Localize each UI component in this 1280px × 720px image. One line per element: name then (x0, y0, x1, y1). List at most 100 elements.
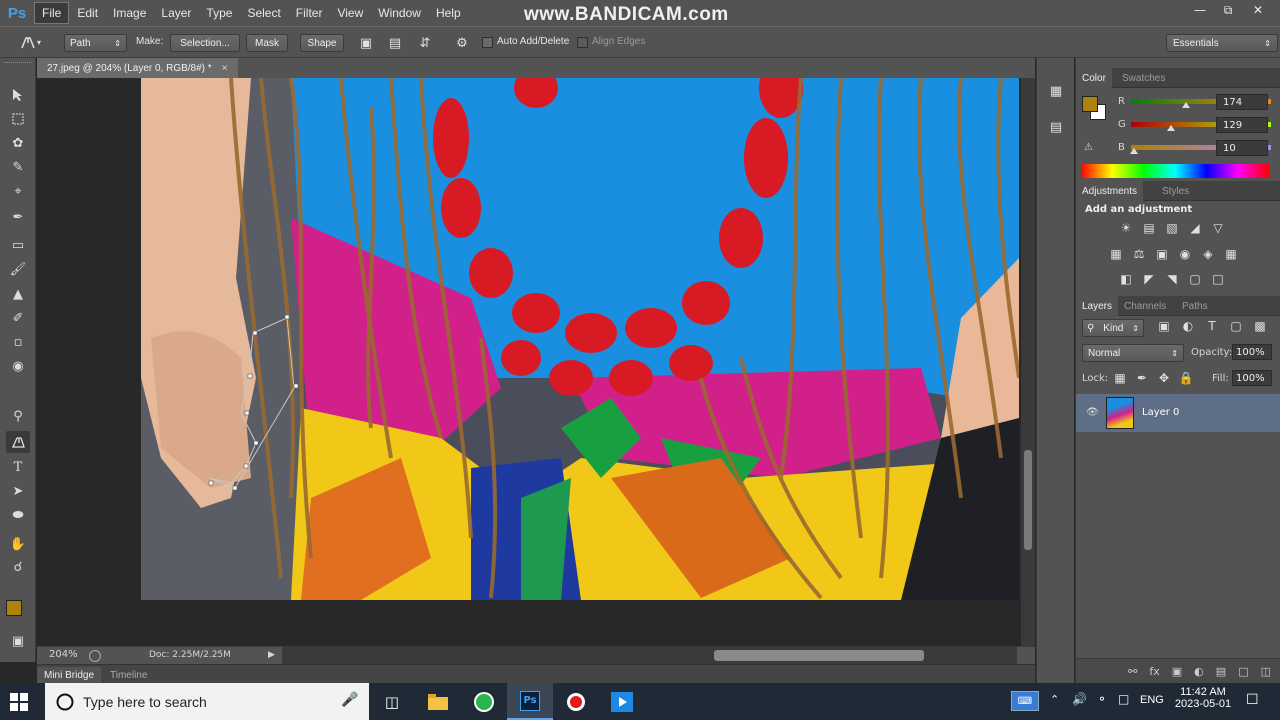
lock-all-icon[interactable]: 🔒 (1178, 371, 1194, 385)
vertical-scroll-thumb[interactable] (1024, 450, 1032, 550)
new-group-icon[interactable]: ▤ (1216, 665, 1226, 678)
shape-filter-icon[interactable]: ▢ (1228, 319, 1244, 333)
r-slider-thumb[interactable] (1181, 102, 1190, 108)
color-panel-foreground-front[interactable] (1082, 96, 1098, 112)
exposure-icon[interactable]: ◢ (1187, 221, 1203, 235)
photoshop-taskbar-button[interactable]: Ps (507, 683, 553, 720)
minimize-button[interactable]: — (1186, 0, 1214, 20)
tab-paths[interactable]: Paths (1176, 296, 1214, 316)
menu-type[interactable]: Type (199, 3, 239, 23)
opacity-input[interactable]: 100% (1232, 344, 1272, 360)
path-alignment-button[interactable]: ▤ (385, 33, 405, 53)
hand-tool[interactable]: ✋ (6, 533, 30, 555)
status-menu-arrow-icon[interactable]: ▶ (268, 650, 275, 660)
type-tool[interactable]: T (6, 456, 30, 478)
crop-tool[interactable]: ⌖ (6, 180, 30, 202)
bandicam-button[interactable] (553, 683, 599, 720)
path-operations-button[interactable]: ▣ (356, 33, 376, 53)
clone-stamp-tool[interactable]: ▲ (6, 283, 30, 305)
lock-position-icon[interactable]: ✥ (1156, 371, 1172, 385)
workspace-select[interactable]: Essentials ⇕ (1166, 34, 1278, 52)
tab-color[interactable]: Color (1076, 68, 1112, 88)
quick-selection-tool[interactable]: ✎ (6, 156, 30, 178)
levels-icon[interactable]: ▤ (1141, 221, 1157, 235)
taskbar-search[interactable]: Type here to search 🎤 (45, 683, 369, 720)
photo-filter-icon[interactable]: ◉ (1177, 247, 1193, 261)
trash-icon[interactable]: ◫ (1261, 665, 1271, 678)
zoom-level[interactable]: 204% (49, 649, 78, 660)
path-selection-tool[interactable]: ➤ (6, 480, 30, 502)
posterize-icon[interactable]: ◤ (1141, 272, 1157, 286)
battery-icon[interactable]: □ (1118, 692, 1129, 706)
tab-styles[interactable]: Styles (1156, 181, 1195, 201)
path-arrangement-button[interactable]: ⇵ (414, 33, 436, 53)
threshold-icon[interactable]: ◥ (1164, 272, 1180, 286)
microphone-icon[interactable]: 🎤 (341, 692, 358, 708)
make-mask-button[interactable]: Mask (246, 34, 288, 52)
brush-tool[interactable]: 🖌 (6, 258, 30, 280)
menu-file[interactable]: File (34, 2, 70, 24)
color-lookup-icon[interactable]: ▦ (1223, 247, 1239, 261)
tab-layers[interactable]: Layers (1076, 296, 1119, 316)
gradient-map-icon[interactable]: ▢ (1187, 272, 1203, 286)
dodge-tool[interactable]: ⚲ (6, 405, 30, 427)
layer-row[interactable]: 👁 Layer 0 (1076, 394, 1280, 432)
black-white-icon[interactable]: ▣ (1154, 247, 1170, 261)
selective-color-icon[interactable]: □ (1210, 272, 1226, 286)
vertical-scrollbar[interactable] (1021, 78, 1035, 646)
zoom-info-icon[interactable] (89, 650, 101, 662)
link-layers-icon[interactable]: ⚯ (1128, 665, 1137, 678)
healing-brush-tool[interactable]: ▭ (6, 234, 30, 256)
make-selection-button[interactable]: Selection... (170, 34, 240, 52)
wifi-icon[interactable]: ⚬ (1097, 692, 1107, 706)
language-indicator[interactable]: ENG (1140, 694, 1164, 706)
align-edges-checkbox[interactable] (577, 37, 588, 48)
horizontal-scroll-thumb[interactable] (714, 650, 924, 661)
history-panel-button[interactable]: ▦ (1046, 82, 1066, 100)
lock-pixels-icon[interactable]: ✒ (1134, 371, 1150, 385)
gamut-warning-icon[interactable]: ⚠ (1084, 142, 1093, 153)
paint-bucket-tool[interactable]: ◉ (6, 355, 30, 377)
pen-mode-select[interactable]: Path ⇕ (64, 34, 127, 52)
pen-tool-preset[interactable]: ▾ (12, 32, 48, 52)
type-filter-icon[interactable]: T (1204, 319, 1220, 333)
new-layer-icon[interactable]: □ (1238, 665, 1248, 678)
invert-icon[interactable]: ◧ (1118, 272, 1134, 286)
smart-object-filter-icon[interactable]: ▩ (1252, 319, 1268, 333)
canvas-area[interactable] (37, 78, 1035, 646)
eraser-tool[interactable]: ▫ (6, 331, 30, 353)
shape-tool[interactable]: ⬬ (6, 504, 30, 526)
g-input[interactable]: 129 (1216, 117, 1268, 133)
marquee-tool[interactable] (6, 108, 30, 130)
b-input[interactable]: 10 (1216, 140, 1268, 156)
vibrance-icon[interactable]: ▽ (1210, 221, 1226, 235)
fill-input[interactable]: 100% (1232, 370, 1272, 386)
color-balance-icon[interactable]: ⚖ (1131, 247, 1147, 261)
menu-select[interactable]: Select (240, 3, 287, 23)
document-image[interactable] (141, 78, 1019, 600)
menu-edit[interactable]: Edit (70, 3, 105, 23)
menu-help[interactable]: Help (429, 3, 468, 23)
new-adjustment-icon[interactable]: ◐ (1194, 665, 1204, 678)
volume-icon[interactable]: 🔊 (1072, 692, 1087, 706)
foreground-color-swatch[interactable] (6, 600, 22, 616)
restore-button[interactable]: ⧉ (1214, 0, 1242, 20)
menu-window[interactable]: Window (371, 3, 428, 23)
hue-saturation-icon[interactable]: ▦ (1108, 247, 1124, 261)
tab-channels[interactable]: Channels (1118, 296, 1172, 316)
clock[interactable]: 11:42 AM 2023-05-01 (1172, 686, 1234, 710)
b-slider-thumb[interactable] (1130, 148, 1139, 154)
tab-adjustments[interactable]: Adjustments (1076, 181, 1144, 201)
close-window-button[interactable]: ✕ (1244, 0, 1272, 20)
make-shape-button[interactable]: Shape (300, 34, 344, 52)
media-player-button[interactable] (599, 683, 645, 720)
history-brush-tool[interactable]: ✐ (6, 307, 30, 329)
brightness-icon[interactable]: ☀ (1118, 221, 1134, 235)
color-spectrum-bar[interactable] (1081, 164, 1269, 178)
file-explorer-button[interactable] (415, 683, 461, 720)
notifications-icon[interactable]: ☐ (1246, 692, 1259, 708)
geometry-options-button[interactable]: ⚙ (452, 33, 472, 53)
move-tool[interactable] (6, 84, 30, 106)
zoom-tool[interactable]: ☌ (6, 556, 30, 578)
tab-swatches[interactable]: Swatches (1116, 68, 1171, 88)
